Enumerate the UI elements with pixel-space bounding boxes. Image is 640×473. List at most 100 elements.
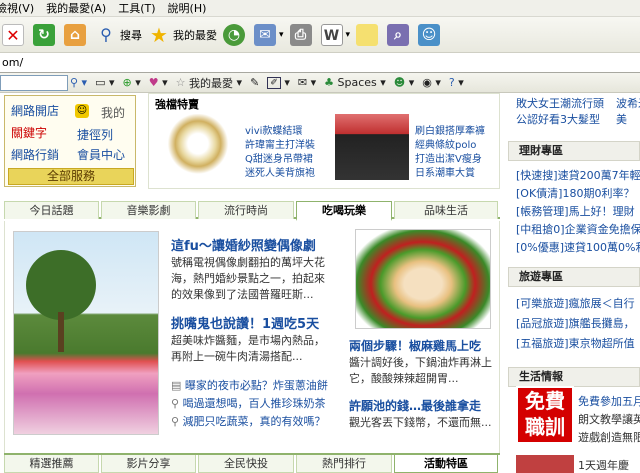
travel-link-1[interactable]: [品冠旅遊]旗艦長攤島， — [516, 315, 635, 331]
body-1-line-0: 號稱電視偶像劇翻拍的萬坪大花 — [171, 256, 325, 269]
life-link-2[interactable]: 遊戲創造無限 — [578, 429, 640, 445]
tab-ranking[interactable]: 熱門排行 — [296, 455, 392, 473]
body-1-line-2: 的效果像到了法國普羅旺斯... — [171, 288, 314, 301]
headline-1[interactable]: 這fu～讓婚紗照變偶像劇 — [171, 235, 316, 254]
tab-events[interactable]: 活動特區 — [394, 455, 498, 473]
ring-image[interactable] — [163, 114, 233, 180]
life-link-0[interactable]: 免費參加五月 — [578, 393, 640, 409]
featured-link-4[interactable]: 刷白銀搭厚牽褲 — [415, 122, 485, 137]
featured-link-6[interactable]: 打造出潔V瘦身 — [415, 150, 482, 165]
tab-food-fun[interactable]: 吃喝玩樂 — [296, 201, 392, 221]
featured-link-2[interactable]: Q甜迷身吊帶裙 — [245, 150, 313, 165]
featured-link-0[interactable]: vivi款蝶結環 — [245, 122, 302, 137]
toolbar-help-icon[interactable]: ? ▾ — [449, 76, 464, 89]
menu-view[interactable]: 檢視(V) — [0, 0, 34, 16]
toolbar-pen-icon[interactable]: ✎ — [250, 76, 259, 89]
tab-video[interactable]: 影片分享 — [101, 455, 196, 473]
featured-link-7[interactable]: 日系潮車大賞 — [415, 164, 475, 179]
finance-link-4[interactable]: [0%優惠]速貸100萬0%利 — [516, 239, 640, 255]
messenger-icon: ☺ — [418, 23, 441, 46]
life-link-3[interactable]: 1天週年慶 — [578, 457, 629, 473]
finance-header: 理財專區 — [508, 141, 640, 161]
toolbar-page-icon[interactable]: ▭ ▾ — [95, 76, 114, 89]
body-2-line-1: 再附上一碗牛肉清湯搭配... — [171, 350, 303, 363]
refresh-button[interactable]: ↻ — [33, 23, 58, 46]
service-nav-box: 網路開店 關鍵字 網路行銷 ☺ 我的 捷徑列 會員中心 全部服務 — [4, 95, 136, 187]
note-button[interactable] — [356, 23, 381, 46]
tab-today-topic[interactable]: 今日話題 — [4, 201, 99, 219]
headline-3[interactable]: 兩個步驟！椒麻雞馬上吃 — [349, 337, 481, 354]
body-2-line-0: 超美味炸醬麵，是市場內熱品， — [171, 334, 325, 347]
nav-link-keyword[interactable]: 關鍵字 — [11, 124, 47, 141]
research-button[interactable]: ⌕ — [387, 23, 412, 46]
finance-link-0[interactable]: [快速搜]速貸200萬7年輕 — [516, 167, 640, 183]
finance-link-3[interactable]: [中租搶0]企業資金免擔保 — [516, 221, 640, 237]
tab-poll[interactable]: 全民快投 — [198, 455, 294, 473]
toolbar-mail-icon[interactable]: ✉ ▾ — [298, 76, 316, 89]
nav-link-marketing[interactable]: 網路行銷 — [11, 146, 59, 163]
star-icon: ★ — [150, 22, 168, 47]
menu-help[interactable]: 說明(H) — [168, 0, 207, 16]
finance-link-1[interactable]: [OK債清]180期0利率？ — [516, 185, 634, 201]
bullet-link-2[interactable]: ⚲ 減肥只吃蔬菜，真的有效嗎？ — [171, 413, 326, 429]
finance-link-2[interactable]: [帳務管理]馬上好！理財 — [516, 203, 635, 219]
food-fun-panel: 這fu～讓婚紗照變偶像劇 號稱電視偶像劇翻拍的萬坪大花 海，熱門婚紗景點之一，拍… — [4, 221, 500, 453]
toolbar-favorites[interactable]: ☆ 我的最愛 ▾ — [176, 75, 242, 91]
free-training-banner[interactable]: 免費職訓 — [516, 386, 574, 444]
address-bar[interactable]: om/ — [0, 53, 640, 73]
right-top-link-0[interactable]: 敗犬女王潮流行頭 — [516, 95, 604, 111]
history-button[interactable]: ◔ — [223, 23, 248, 46]
toolbar-edit-icon[interactable]: ✐ ▾ — [267, 76, 290, 89]
nav-link-shop[interactable]: 網路開店 — [11, 102, 59, 119]
nav-link-my[interactable]: 我的 — [101, 104, 125, 121]
toolbar-people-icon[interactable]: ☻ ▾ — [394, 76, 415, 89]
tab-fashion[interactable]: 流行時尚 — [198, 201, 294, 219]
toolbar-spaces[interactable]: ♣ Spaces ▾ — [324, 76, 386, 89]
search-icon: ⚲ — [171, 415, 180, 428]
mail-button[interactable]: ✉ ▾ — [254, 23, 284, 46]
featured-link-5[interactable]: 經典條紋polo — [415, 136, 476, 151]
featured-link-1[interactable]: 許瑋甯主打洋裝 — [245, 136, 315, 151]
spaces-icon: ♣ — [324, 76, 334, 89]
stop-button[interactable]: ✕ — [2, 23, 27, 46]
bullet-label-2: 減肥只吃蔬菜，真的有效嗎？ — [182, 415, 326, 428]
menu-tools[interactable]: 工具(T) — [118, 0, 155, 16]
favorites-button[interactable]: ★ 我的最愛 — [148, 24, 217, 46]
chicken-dish-image[interactable] — [355, 229, 491, 329]
nav-my-icon: ☺ — [75, 104, 89, 118]
headline-2[interactable]: 挑嘴鬼也說讚！1週吃5天 — [171, 313, 319, 332]
home-button[interactable]: ⌂ — [64, 23, 89, 46]
nav-link-shortcut[interactable]: 捷徑列 — [77, 126, 113, 143]
headline-4[interactable]: 許願池的錢…最後誰拿走 — [349, 397, 481, 414]
search-toolbar: ⚲ ▾ ▭ ▾ ⊕ ▾ ♥ ▾ ☆ 我的最愛 ▾ ✎ ✐ ▾ ✉ ▾ ♣ Spa… — [0, 73, 640, 93]
bullet-link-0[interactable]: ▤ 曝家的夜市必點？炸蛋蔥油餅 — [171, 377, 328, 393]
bullet-link-1[interactable]: ⚲ 喝過還想喝，百人推珍珠奶茶 — [171, 395, 326, 411]
tab-lifestyle[interactable]: 品味生活 — [394, 201, 498, 219]
tab-picks[interactable]: 精選推薦 — [4, 455, 99, 473]
menu-favorites[interactable]: 我的最愛(A) — [46, 0, 106, 16]
nav-link-member[interactable]: 會員中心 — [77, 146, 125, 163]
body-4-line-0: 觀光客丟下錢幣，不還而無... — [349, 416, 492, 429]
print-button[interactable]: ⎙ — [289, 23, 315, 46]
travel-link-2[interactable]: [五福旅遊]東京物超所值 — [516, 335, 635, 351]
jeans-image[interactable] — [335, 114, 409, 180]
toolbar-search-icon[interactable]: ⚲ ▾ — [70, 76, 87, 89]
toolbar-search-input[interactable] — [0, 74, 68, 91]
search-button[interactable]: ⚲ 搜尋 — [95, 24, 142, 46]
right-top-link-3[interactable]: 美 — [616, 111, 627, 127]
tab-music-drama[interactable]: 音樂影劇 — [101, 201, 196, 219]
life-link-1[interactable]: 朗文教學讓英 — [578, 411, 640, 427]
flower-field-image[interactable] — [13, 231, 159, 435]
all-services-button[interactable]: 全部服務 — [8, 168, 134, 185]
right-top-link-1[interactable]: 波希米 — [616, 95, 640, 111]
tree-trunk-image — [58, 312, 64, 352]
promo-image[interactable] — [516, 455, 574, 473]
travel-link-0[interactable]: [可樂旅遊]瘋旅展＜自行 — [516, 295, 635, 311]
toolbar-add-icon[interactable]: ⊕ ▾ — [123, 76, 141, 89]
messenger-button[interactable]: ☺ — [418, 23, 443, 46]
right-top-link-2[interactable]: 公認好看3大髮型 — [516, 111, 600, 127]
edit-button[interactable]: W ▾ — [320, 23, 350, 46]
featured-link-3[interactable]: 迷死人美背旗袍 — [245, 164, 315, 179]
toolbar-heart-icon[interactable]: ♥ ▾ — [149, 76, 168, 89]
toolbar-globe-icon[interactable]: ◉ ▾ — [422, 76, 441, 89]
